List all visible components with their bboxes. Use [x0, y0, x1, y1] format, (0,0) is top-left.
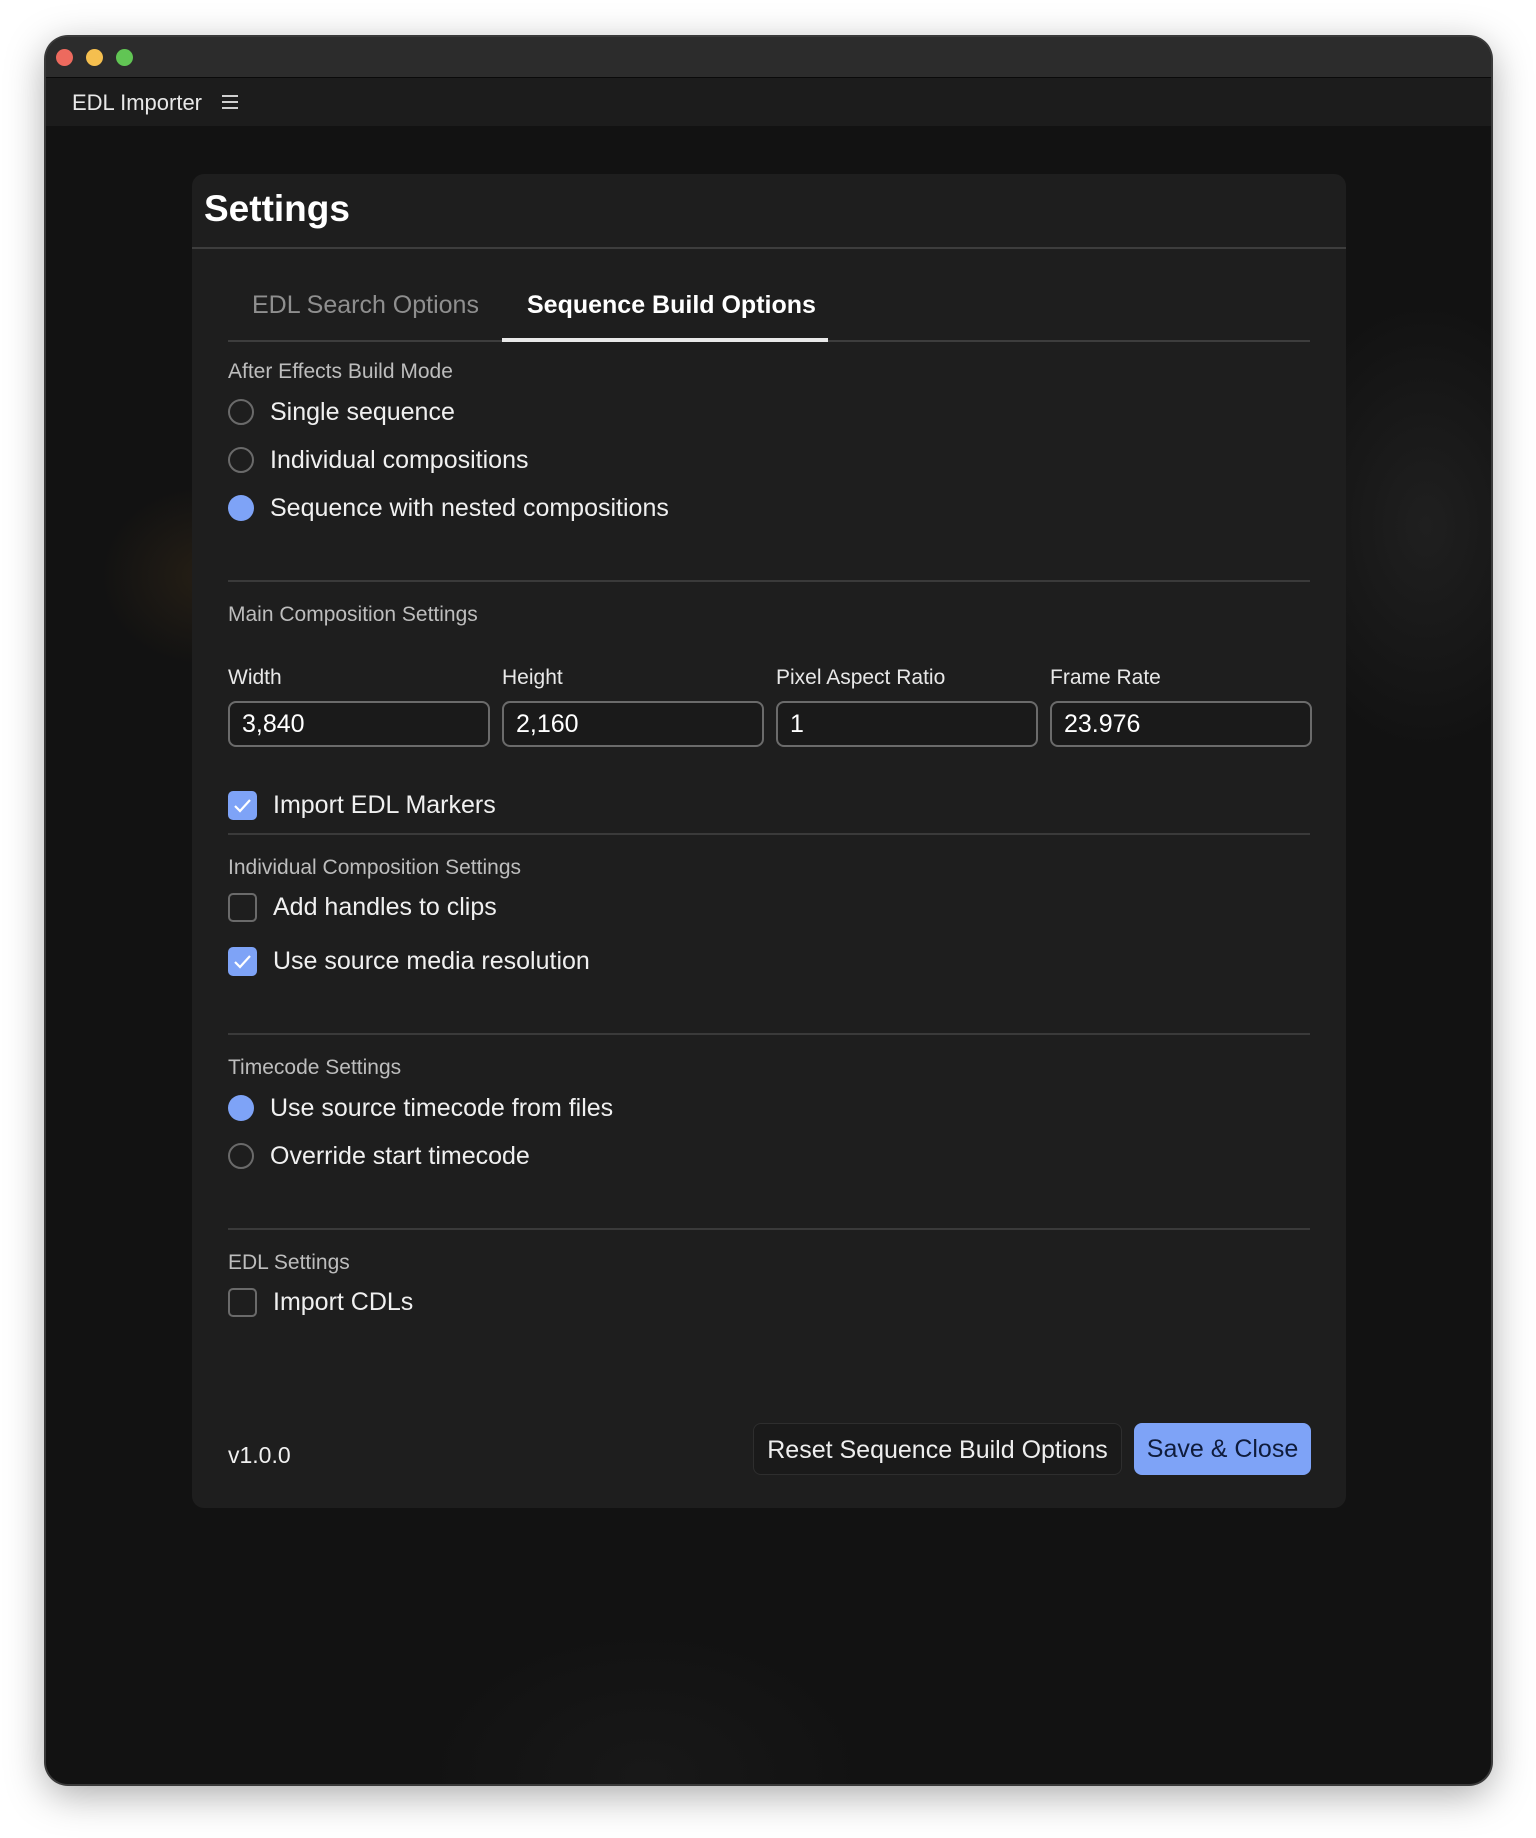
frame-rate-input[interactable]: 23.976 — [1050, 701, 1312, 747]
section-divider — [228, 833, 1310, 835]
settings-tabs: EDL Search Options Sequence Build Option… — [228, 282, 1310, 342]
checkbox-unchecked-icon[interactable] — [228, 892, 257, 922]
checkbox-label: Add handles to clips — [273, 892, 497, 921]
active-tab-indicator — [502, 338, 828, 342]
radio-unselected-icon[interactable] — [228, 399, 254, 425]
settings-panel: Settings EDL Search Options Sequence Bui… — [192, 174, 1346, 1508]
maximize-window-button[interactable] — [116, 49, 133, 66]
radio-selected-icon[interactable] — [228, 1095, 254, 1121]
app-window: EDL Importer Settings EDL Search Options… — [46, 37, 1491, 1784]
width-input[interactable]: 3,840 — [228, 701, 490, 747]
pixel-aspect-ratio-label: Pixel Aspect Ratio — [776, 666, 946, 689]
tab-sequence-build-options[interactable]: Sequence Build Options — [527, 282, 816, 340]
edl-section-label: EDL Settings — [228, 1251, 350, 1274]
radio-individual-compositions[interactable]: Individual compositions — [228, 444, 528, 476]
width-label: Width — [228, 666, 282, 689]
build-mode-section-label: After Effects Build Mode — [228, 360, 453, 383]
checkbox-use-source-media-resolution[interactable]: Use source media resolution — [228, 945, 590, 977]
checkbox-checked-icon[interactable] — [228, 790, 257, 820]
settings-header: Settings — [192, 174, 1346, 249]
radio-label: Sequence with nested compositions — [270, 493, 669, 522]
checkbox-checked-icon[interactable] — [228, 946, 257, 976]
radio-use-source-timecode[interactable]: Use source timecode from files — [228, 1092, 613, 1124]
checkbox-import-edl-markers[interactable]: Import EDL Markers — [228, 789, 496, 821]
close-window-button[interactable] — [56, 49, 73, 66]
radio-override-start-timecode[interactable]: Override start timecode — [228, 1140, 530, 1172]
settings-title: Settings — [204, 188, 350, 229]
radio-single-sequence[interactable]: Single sequence — [228, 396, 455, 428]
app-header: EDL Importer — [46, 78, 1491, 126]
radio-sequence-nested-compositions[interactable]: Sequence with nested compositions — [228, 492, 669, 524]
minimize-window-button[interactable] — [86, 49, 103, 66]
height-input[interactable]: 2,160 — [502, 701, 764, 747]
timecode-section-label: Timecode Settings — [228, 1056, 402, 1079]
frame-rate-label: Frame Rate — [1050, 666, 1161, 689]
checkbox-add-handles[interactable]: Add handles to clips — [228, 891, 497, 923]
checkbox-label: Use source media resolution — [273, 946, 590, 975]
pixel-aspect-ratio-input[interactable]: 1 — [776, 701, 1038, 747]
checkbox-label: Import CDLs — [273, 1287, 414, 1316]
app-title: EDL Importer — [72, 90, 203, 115]
individual-comp-section-label: Individual Composition Settings — [228, 856, 521, 879]
checkbox-import-cdls[interactable]: Import CDLs — [228, 1286, 413, 1318]
reset-sequence-build-options-button[interactable]: Reset Sequence Build Options — [753, 1423, 1122, 1475]
title-bar — [46, 37, 1491, 78]
section-divider — [228, 1033, 1310, 1035]
version-label: v1.0.0 — [228, 1442, 291, 1468]
radio-unselected-icon[interactable] — [228, 1143, 254, 1169]
height-label: Height — [502, 666, 563, 689]
radio-unselected-icon[interactable] — [228, 447, 254, 473]
radio-label: Override start timecode — [270, 1141, 530, 1170]
main-comp-section-label: Main Composition Settings — [228, 603, 478, 626]
radio-label: Use source timecode from files — [270, 1093, 614, 1122]
checkbox-label: Import EDL Markers — [273, 790, 496, 819]
section-divider — [228, 580, 1310, 582]
radio-label: Individual compositions — [270, 445, 529, 474]
radio-selected-icon[interactable] — [228, 495, 254, 521]
save-and-close-button[interactable]: Save & Close — [1134, 1423, 1311, 1475]
tab-edl-search-options[interactable]: EDL Search Options — [252, 282, 479, 340]
checkbox-unchecked-icon[interactable] — [228, 1287, 257, 1317]
radio-label: Single sequence — [270, 397, 455, 426]
section-divider — [228, 1228, 1310, 1230]
hamburger-menu-icon[interactable] — [222, 95, 238, 109]
